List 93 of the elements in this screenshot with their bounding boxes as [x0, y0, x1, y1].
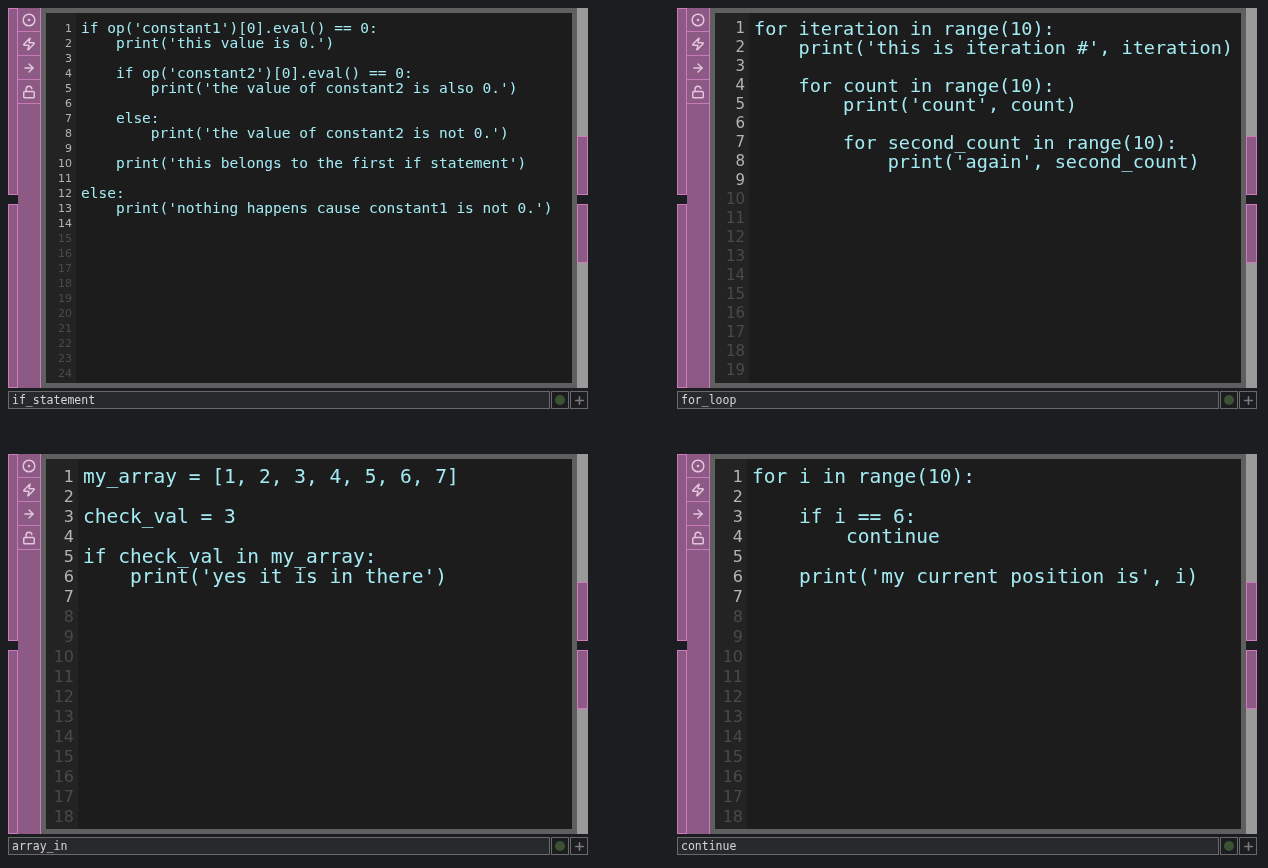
code-line: else:	[114, 110, 160, 126]
lock-icon	[691, 530, 705, 545]
line-number: 7	[734, 133, 745, 152]
code-line: if check_val in my_array:	[83, 545, 377, 568]
code-line: for count in range(10):	[797, 75, 1055, 96]
line-number: 7	[62, 587, 74, 607]
code-line: check_val = 3	[83, 505, 236, 528]
input-connector[interactable]	[677, 204, 687, 388]
input-connector[interactable]	[8, 204, 18, 388]
line-number: 5	[734, 95, 745, 114]
line-number: 2	[64, 36, 72, 51]
line-number: 2	[734, 38, 745, 57]
line-number: 12	[57, 186, 72, 201]
line-number: 9	[64, 141, 72, 156]
line-number: 1	[64, 21, 72, 36]
lock-icon	[691, 84, 705, 99]
input-connector[interactable]	[677, 650, 687, 834]
line-number: 8	[734, 152, 745, 171]
line-number: 6	[734, 114, 745, 133]
code-line: else:	[81, 185, 125, 201]
code-line: for i in range(10):	[752, 465, 976, 488]
line-number: 6	[731, 567, 743, 587]
line-number: 2	[62, 487, 74, 507]
code-line: if op('constant1')[0].eval() == 0:	[81, 20, 378, 36]
code-line: continue	[844, 525, 940, 548]
output-connector[interactable]	[577, 136, 588, 195]
output-connector[interactable]	[1246, 650, 1257, 709]
line-number: 7	[64, 111, 72, 126]
add-button[interactable]	[570, 391, 588, 409]
line-number: 2	[731, 487, 743, 507]
output-connector[interactable]	[1246, 582, 1257, 641]
line-number: 4	[734, 76, 745, 95]
node-name-field[interactable]: for_loop	[677, 391, 1219, 409]
output-connector[interactable]	[1246, 136, 1257, 195]
code-line: for iteration in range(10):	[754, 18, 1055, 39]
plus-icon	[572, 839, 586, 853]
status-button[interactable]	[551, 837, 569, 855]
plus-icon	[1241, 393, 1255, 407]
code-line: print('my current position is', i)	[797, 565, 1199, 588]
code-line: print('this value is 0.')	[115, 35, 335, 51]
line-number: 3	[731, 507, 743, 527]
line-number: 13	[57, 201, 72, 216]
lock-icon	[22, 530, 36, 545]
line-number: 4	[731, 527, 743, 547]
node-name-field[interactable]: continue	[677, 837, 1219, 855]
input-connector[interactable]	[8, 454, 18, 641]
line-number: 7	[731, 587, 743, 607]
node-name-field[interactable]: array_in	[8, 837, 550, 855]
line-number: 1	[62, 467, 74, 487]
line-number: 8	[64, 126, 72, 141]
add-button[interactable]	[570, 837, 588, 855]
line-number: 4	[62, 527, 74, 547]
status-button[interactable]	[551, 391, 569, 409]
line-number: 14	[57, 216, 72, 231]
line-number: 3	[62, 507, 74, 527]
output-connector[interactable]	[577, 650, 588, 709]
code-line: for second_count in range(10):	[842, 132, 1178, 153]
output-connector[interactable]	[1246, 204, 1257, 263]
line-number: 11	[57, 171, 72, 186]
code-line: if op('constant2')[0].eval() == 0:	[114, 65, 413, 81]
input-connector[interactable]	[677, 8, 687, 195]
plus-icon	[572, 393, 586, 407]
input-connector[interactable]	[8, 650, 18, 834]
status-button[interactable]	[1220, 391, 1238, 409]
code-line: if i == 6:	[797, 505, 917, 528]
input-connector[interactable]	[677, 454, 687, 641]
line-number: 1	[734, 19, 745, 38]
line-number: 5	[731, 547, 743, 567]
line-number: 6	[62, 567, 74, 587]
add-button[interactable]	[1239, 837, 1257, 855]
node-name-field[interactable]: if_statement	[8, 391, 550, 409]
line-number: 6	[64, 96, 72, 111]
code-line: print('nothing happens cause constant1 is not 0.')	[114, 200, 553, 216]
code-line: print('this belongs to the first if statement')	[114, 155, 527, 171]
line-number: 4	[64, 66, 72, 81]
line-number: 3	[64, 51, 72, 66]
code-line: print('the value of constant2 is not 0.')	[149, 125, 509, 141]
lock-icon	[22, 84, 36, 99]
code-line: print('count', count)	[842, 94, 1077, 115]
output-connector[interactable]	[577, 582, 588, 641]
plus-icon	[1241, 839, 1255, 853]
add-button[interactable]	[1239, 391, 1257, 409]
line-number: 1	[731, 467, 743, 487]
input-connector[interactable]	[8, 8, 18, 195]
line-number: 5	[64, 81, 72, 96]
line-number: 10	[57, 156, 72, 171]
output-connector[interactable]	[577, 204, 588, 263]
line-number: 9	[734, 171, 745, 190]
code-line: my_array = [1, 2, 3, 4, 5, 6, 7]	[83, 465, 459, 488]
code-line: print('the value of constant2 is also 0.')	[150, 80, 518, 96]
status-button[interactable]	[1220, 837, 1238, 855]
line-number: 3	[734, 57, 745, 76]
line-number: 5	[62, 547, 74, 567]
